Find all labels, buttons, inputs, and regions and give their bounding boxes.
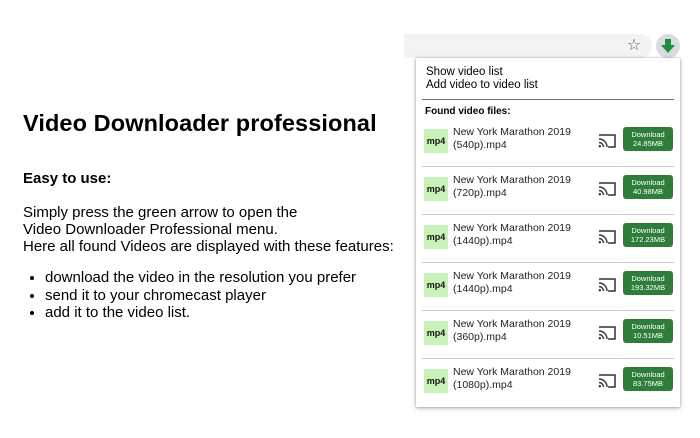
download-button[interactable]: Download 83.75MB [623,367,673,391]
video-title-line: New York Marathon 2019 [453,222,571,234]
download-size: 40.98MB [632,187,664,196]
video-row: mp4 New York Marathon 2019 (1440p).mp4 D… [422,263,674,311]
cast-icon[interactable] [598,230,616,244]
extension-button[interactable] [656,34,680,58]
promo-desc-line: Video Downloader Professional menu. [23,221,278,238]
download-button[interactable]: Download 40.98MB [623,175,673,199]
promo-description: Simply press the green arrow to open the… [23,204,413,255]
extension-popup: Show video list Add video to video list … [416,58,680,407]
download-size: 193.32MB [630,283,666,292]
page: Video Downloader professional Easy to us… [0,0,700,438]
promo-subhead: Easy to use: [23,170,112,187]
feature-item: download the video in the resolution you… [45,269,413,287]
video-title-line: (1440p).mp4 [453,283,513,295]
download-size: 24.85MB [632,139,664,148]
address-bar[interactable]: ☆ [404,34,652,58]
menu-divider [422,99,674,100]
format-badge: mp4 [424,273,448,297]
video-title-line: (720p).mp4 [453,187,507,199]
video-list: mp4 New York Marathon 2019 (540p).mp4 Do… [416,119,680,406]
show-video-list-link[interactable]: Show video list [426,66,680,79]
video-title-line: (1440p).mp4 [453,235,513,247]
popup-menu: Show video list Add video to video list [416,58,680,92]
download-size: 172.23MB [630,235,666,244]
feature-list: download the video in the resolution you… [23,269,413,322]
format-badge: mp4 [424,177,448,201]
download-label: Download [631,130,665,139]
video-title-line: (1080p).mp4 [453,379,513,391]
video-row: mp4 New York Marathon 2019 (540p).mp4 Do… [422,119,674,167]
feature-item: send it to your chromecast player [45,287,413,305]
video-title: New York Marathon 2019 (360p).mp4 [453,318,583,344]
format-badge: mp4 [424,369,448,393]
download-size: 83.75MB [632,379,664,388]
add-to-video-list-link[interactable]: Add video to video list [426,79,680,92]
cast-icon[interactable] [598,326,616,340]
promo-section: Video Downloader professional Easy to us… [23,110,413,322]
video-title-line: New York Marathon 2019 [453,318,571,330]
video-title-line: New York Marathon 2019 [453,270,571,282]
promo-desc-line: Here all found Videos are displayed with… [23,238,394,255]
video-title: New York Marathon 2019 (1080p).mp4 [453,366,583,392]
cast-icon[interactable] [598,278,616,292]
video-title: New York Marathon 2019 (540p).mp4 [453,126,583,152]
star-icon[interactable]: ☆ [624,36,644,56]
video-row: mp4 New York Marathon 2019 (1440p).mp4 D… [422,215,674,263]
promo-desc-line: Simply press the green arrow to open the [23,204,298,221]
page-title: Video Downloader professional [23,110,377,136]
video-title-line: (540p).mp4 [453,139,507,151]
video-row: mp4 New York Marathon 2019 (720p).mp4 Do… [422,167,674,215]
video-title: New York Marathon 2019 (1440p).mp4 [453,270,583,296]
video-row: mp4 New York Marathon 2019 (1080p).mp4 D… [422,359,674,406]
download-label: Download [631,370,665,379]
cast-icon[interactable] [598,374,616,388]
cast-icon[interactable] [598,182,616,196]
video-title-line: New York Marathon 2019 [453,126,571,138]
download-size: 10.51MB [632,331,664,340]
download-button[interactable]: Download 24.85MB [623,127,673,151]
found-videos-label: Found video files: [425,106,511,117]
download-button[interactable]: Download 172.23MB [623,223,673,247]
video-row: mp4 New York Marathon 2019 (360p).mp4 Do… [422,311,674,359]
video-title: New York Marathon 2019 (1440p).mp4 [453,222,583,248]
video-title: New York Marathon 2019 (720p).mp4 [453,174,583,200]
green-down-arrow-icon [661,39,675,53]
download-label: Download [631,274,665,283]
download-label: Download [631,226,665,235]
download-button[interactable]: Download 193.32MB [623,271,673,295]
video-title-line: (360p).mp4 [453,331,507,343]
cast-icon[interactable] [598,134,616,148]
format-badge: mp4 [424,129,448,153]
format-badge: mp4 [424,321,448,345]
feature-item: add it to the video list. [45,304,413,322]
format-badge: mp4 [424,225,448,249]
download-label: Download [631,322,665,331]
download-label: Download [631,178,665,187]
download-button[interactable]: Download 10.51MB [623,319,673,343]
video-title-line: New York Marathon 2019 [453,174,571,186]
video-title-line: New York Marathon 2019 [453,366,571,378]
